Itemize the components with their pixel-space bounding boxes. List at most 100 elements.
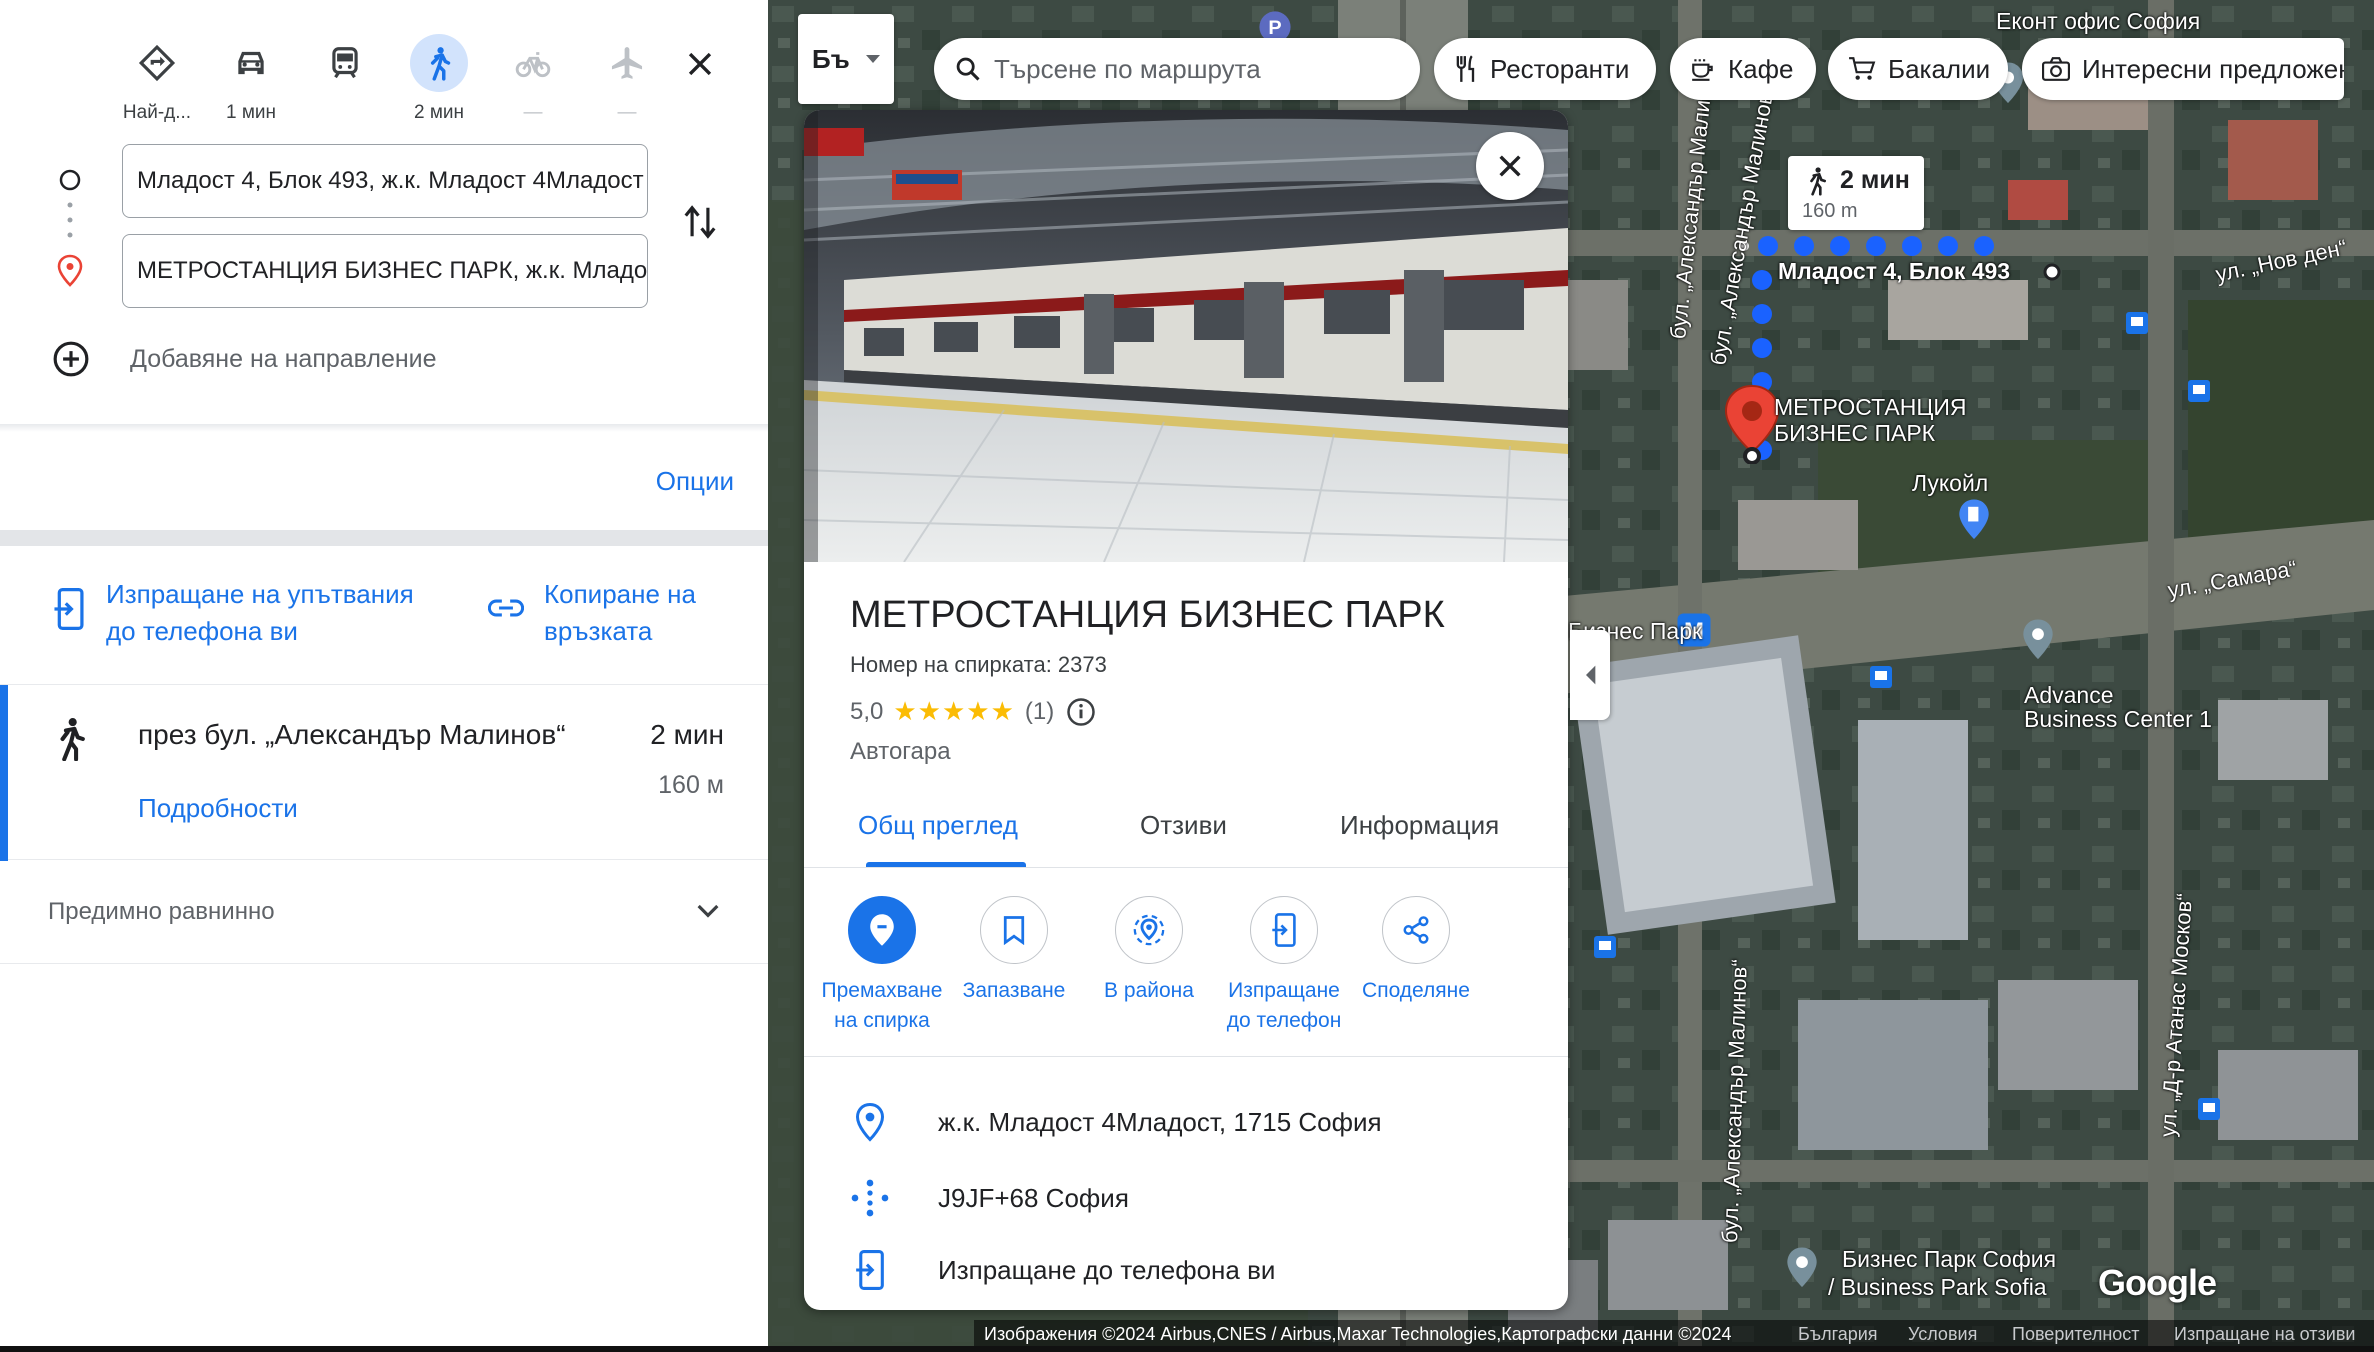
add-circle-icon <box>53 341 89 377</box>
tab-reviews[interactable]: Отзиви <box>1140 810 1227 841</box>
walking-icon <box>410 34 468 92</box>
location-pin-icon <box>855 1102 885 1142</box>
destination-input[interactable]: МЕТРОСТАНЦИЯ БИЗНЕС ПАРК, ж.к. Младост 4 <box>122 234 648 308</box>
send-directions-to-phone-button[interactable]: Изпращане на упътвания до телефона ви <box>52 576 414 650</box>
walking-icon <box>60 718 85 761</box>
mode-label: — <box>523 102 543 123</box>
share-button[interactable]: Споделяне <box>1341 896 1491 1006</box>
rating-stars: ★★★★★ <box>893 696 1015 726</box>
place-photo[interactable] <box>804 110 1568 562</box>
search-along-route-input[interactable]: Търсене по маршрута <box>934 38 1420 100</box>
poi-label-business-park-line2[interactable]: / Business Park Sofia <box>1828 1274 2047 1301</box>
chip-label: Кафе <box>1728 53 1794 84</box>
action-label-line1: В района <box>1104 979 1194 1002</box>
plus-code-text: J9JF+68 София <box>938 1182 1129 1213</box>
mode-transit[interactable] <box>298 34 392 124</box>
search-icon <box>956 57 980 81</box>
send-phone-label-line2: до телефона ви <box>106 616 298 646</box>
walking-icon <box>1810 167 1827 196</box>
plus-code-row[interactable]: J9JF+68 София <box>844 1178 1129 1218</box>
chip-cafe[interactable]: Кафе <box>1670 38 1816 100</box>
route-option-card[interactable]: през бул. „Александър Малинов“ 2 мин 160… <box>0 684 768 861</box>
mode-best[interactable]: Най-д... <box>110 34 204 124</box>
divider <box>0 424 768 432</box>
footer-link-country[interactable]: България <box>1798 1324 1878 1345</box>
bus-stop-icon[interactable] <box>2126 312 2148 334</box>
swap-waypoints-button[interactable] <box>674 196 726 248</box>
route-distance: 160 м <box>658 771 724 799</box>
mode-label: — <box>617 102 637 123</box>
chip-restaurants[interactable]: Ресторанти <box>1434 38 1656 100</box>
close-icon <box>688 52 712 76</box>
mode-car[interactable]: 1 мин <box>204 34 298 124</box>
tab-overview[interactable]: Общ преглед <box>858 810 1018 841</box>
place-marker-icon[interactable] <box>1784 1246 1820 1290</box>
chip-label: Бакалии <box>1888 53 1991 84</box>
poi-label-advance-line1[interactable]: Advance <box>2024 682 2114 709</box>
collapse-side-panel-button[interactable] <box>1570 630 1610 720</box>
poi-label-ekont[interactable]: Еконт офис София <box>1996 8 2200 35</box>
copy-link-label-line1: Копиране на <box>544 579 696 609</box>
options-button[interactable]: Опции <box>656 466 734 497</box>
poi-label-advance-line2[interactable]: Business Center 1 <box>2024 706 2212 733</box>
metro-map-label-line2[interactable]: БИЗНЕС ПАРК <box>1774 420 1935 447</box>
bus-stop-icon[interactable] <box>1870 666 1892 688</box>
action-label-line1: Запазване <box>962 979 1066 1002</box>
remove-stop-button[interactable]: Премахване на спирка <box>807 896 957 1036</box>
close-place-card-button[interactable] <box>1476 132 1544 200</box>
poi-label-lukoil[interactable]: Лукойл <box>1912 470 1988 497</box>
nearby-button[interactable]: В района <box>1074 896 1224 1006</box>
bus-stop-icon[interactable] <box>1594 936 1616 958</box>
copy-link-button[interactable]: Копиране на връзката <box>488 576 696 650</box>
send-to-phone-icon <box>856 1250 884 1290</box>
route-time: 2 мин <box>650 719 724 750</box>
add-destination-button[interactable]: Добавяне на направление <box>52 340 437 378</box>
address-row[interactable]: ж.к. Младост 4Младост, 1715 София <box>844 1102 1382 1142</box>
terrain-label: Предимно равнинно <box>48 898 275 925</box>
bus-stop-icon[interactable] <box>2188 380 2210 402</box>
metro-platform-photo <box>804 110 1568 562</box>
terrain-row[interactable]: Предимно равнинно <box>0 860 768 964</box>
place-marker-icon[interactable] <box>2020 618 2056 662</box>
chip-label: Интересни предложения <box>2082 53 2344 84</box>
chevron-down-icon <box>697 904 719 918</box>
poi-label-business-park-line1[interactable]: Бизнес Парк София <box>1842 1246 2056 1273</box>
close-icon <box>1499 155 1521 177</box>
save-button[interactable]: Запазване <box>939 896 1089 1006</box>
bus-stop-icon[interactable] <box>2198 1098 2220 1120</box>
info-icon[interactable] <box>1066 697 1096 727</box>
send-to-phone-row[interactable]: Изпращане до телефона ви <box>844 1250 1275 1290</box>
chip-interesting[interactable]: Интересни предложения <box>2022 38 2344 100</box>
route-details-link[interactable]: Подробности <box>138 793 298 824</box>
send-to-phone-button[interactable]: Изпращане до телефон <box>1209 896 1359 1036</box>
origin-circle-icon <box>59 169 81 191</box>
chip-groceries[interactable]: Бакалии <box>1828 38 2008 100</box>
waypoint-dots-icon <box>67 202 73 238</box>
footer-link-feedback[interactable]: Изпращане на отзиви <box>2174 1324 2355 1345</box>
mode-label: 1 мин <box>225 102 276 123</box>
footer-link-privacy[interactable]: Поверителност <box>2012 1324 2140 1345</box>
close-directions-button[interactable] <box>672 36 728 92</box>
walking-duration-callout[interactable]: 2 мин 160 m <box>1788 156 1924 230</box>
directions-icon <box>128 34 186 92</box>
metro-map-label-line1[interactable]: МЕТРОСТАНЦИЯ <box>1774 394 1967 421</box>
divider <box>0 530 768 546</box>
tab-info[interactable]: Информация <box>1340 810 1499 841</box>
cart-icon <box>1849 57 1876 80</box>
mode-flight[interactable]: — <box>580 34 674 124</box>
mode-bicycle[interactable]: — <box>486 34 580 124</box>
origin-input[interactable]: Младост 4, Блок 493, ж.к. Младост 4Младо… <box>122 144 648 218</box>
origin-map-label[interactable]: Младост 4, Блок 493 <box>1778 258 2010 285</box>
gas-station-marker-icon[interactable] <box>1956 498 1992 542</box>
footer-link-terms[interactable]: Условия <box>1908 1324 1977 1345</box>
send-to-phone-icon <box>1272 913 1296 947</box>
swap-icon <box>684 205 716 239</box>
caret-left-icon <box>1586 665 1596 685</box>
rating-count[interactable]: (1) <box>1025 698 1054 726</box>
language-layer-button[interactable]: Бъ <box>798 14 894 104</box>
place-category[interactable]: Автогара <box>850 738 951 766</box>
mode-walking[interactable]: 2 мин <box>392 34 486 124</box>
share-icon <box>1403 916 1429 944</box>
destination-pin-marker[interactable] <box>1724 384 1780 464</box>
restaurant-icon <box>1456 55 1475 82</box>
